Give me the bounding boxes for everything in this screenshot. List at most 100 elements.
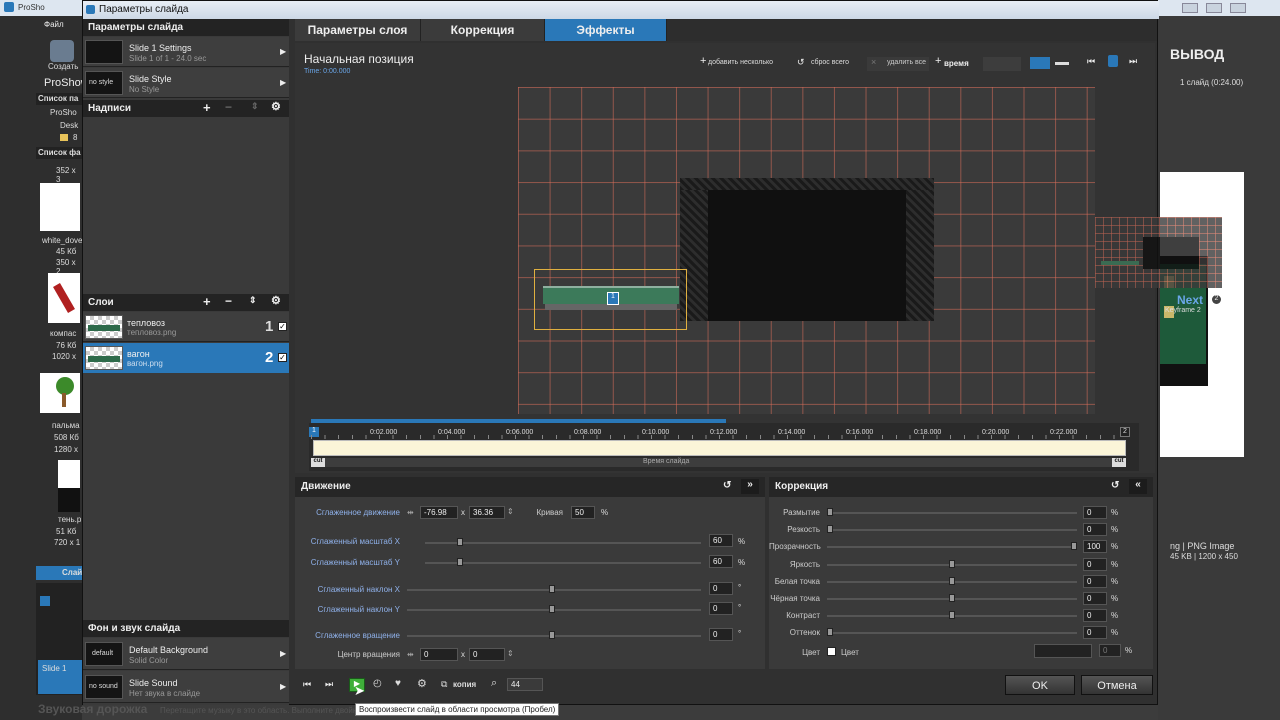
color-swatch[interactable] xyxy=(1034,644,1092,658)
scale-y-field[interactable]: 60 xyxy=(709,555,733,568)
correction-knob[interactable] xyxy=(827,525,833,533)
time-button[interactable]: + время xyxy=(935,55,979,71)
tab-effects[interactable]: Эффекты xyxy=(545,19,667,41)
layer-selection-box[interactable]: 1 xyxy=(534,269,687,330)
move-caption-icon[interactable]: ⇕ xyxy=(251,101,259,112)
zoom-field[interactable]: 44 xyxy=(507,678,543,691)
position-x-field[interactable]: -76.98 xyxy=(420,506,458,519)
remove-caption-icon[interactable]: − xyxy=(225,100,232,114)
tree-item-proshow[interactable]: ProSho xyxy=(50,108,77,117)
correction-knob[interactable] xyxy=(1071,542,1077,550)
close-icon[interactable] xyxy=(1230,3,1246,13)
layer-visible-checkbox[interactable]: ✓ xyxy=(278,353,287,362)
clock-icon[interactable]: ◴ xyxy=(373,678,382,689)
correction-knob[interactable] xyxy=(949,611,955,619)
minimize-icon[interactable] xyxy=(1182,3,1198,13)
timeline[interactable]: 1 2 0:02.000 0:04.000 0:06.000 0:08.000 … xyxy=(309,423,1139,471)
menu-file[interactable]: Файл xyxy=(44,20,64,29)
slide-settings-item[interactable]: Slide 1 Settings Slide 1 of 1 - 24.0 sec… xyxy=(83,37,289,67)
file-thumb-shadow[interactable] xyxy=(58,460,80,512)
scale-y-knob[interactable] xyxy=(457,558,463,566)
tilt-y-field[interactable]: 0 xyxy=(709,602,733,615)
slides-tab[interactable]: Слай xyxy=(36,566,82,580)
scale-x-field[interactable]: 60 xyxy=(709,534,733,547)
correction-knob[interactable] xyxy=(827,508,833,516)
sound-item[interactable]: no sound Slide Sound Нет звука в слайде … xyxy=(83,671,289,703)
correction-field[interactable]: 0 xyxy=(1083,523,1107,536)
tree-item-desktop[interactable]: Desk xyxy=(60,121,78,130)
ok-button[interactable]: OK xyxy=(1005,675,1075,695)
move-layer-icon[interactable]: ⇕ xyxy=(249,295,257,306)
scale-x-knob[interactable] xyxy=(457,538,463,546)
correction-knob[interactable] xyxy=(949,594,955,602)
tab-correction[interactable]: Коррекция xyxy=(421,19,545,41)
prev-keyframe-icon[interactable]: ⏮ xyxy=(1087,56,1095,67)
correction-knob[interactable] xyxy=(827,628,833,636)
cancel-button[interactable]: Отмена xyxy=(1081,675,1153,695)
add-several-button[interactable]: + добавить несколько xyxy=(700,55,786,71)
position-y-field[interactable]: 36.36 xyxy=(469,506,505,519)
gear-icon[interactable]: ⚙ xyxy=(271,100,281,113)
create-label[interactable]: Создать xyxy=(48,62,78,71)
list-view-icon[interactable] xyxy=(1053,57,1071,69)
tab-layer-settings[interactable]: Параметры слоя xyxy=(295,19,421,41)
next-slide-icon[interactable]: ⏭ xyxy=(325,679,333,690)
collapse-icon[interactable]: « xyxy=(1129,479,1147,494)
correction-field[interactable]: 0 xyxy=(1083,506,1107,519)
scale-x-slider[interactable] xyxy=(425,542,701,544)
next-keyframe-preview[interactable] xyxy=(1095,217,1222,288)
rotation-center-y-field[interactable]: 0 xyxy=(469,648,505,661)
maximize-icon[interactable] xyxy=(1206,3,1222,13)
color-checkbox[interactable] xyxy=(827,647,836,656)
grid-view-icon[interactable] xyxy=(1030,57,1050,69)
correction-field[interactable]: 0 xyxy=(1083,609,1107,622)
remove-layer-icon[interactable]: − xyxy=(225,294,232,308)
layer-item-2[interactable]: вагон вагон.png 2 ✓ xyxy=(83,343,289,373)
keyframe-marker-icon[interactable]: 1 xyxy=(607,292,619,305)
keyframe-marker-icon[interactable] xyxy=(1108,55,1118,67)
scale-y-slider[interactable] xyxy=(425,562,701,564)
heart-icon[interactable]: ♥ xyxy=(395,678,401,689)
correction-field[interactable]: 100 xyxy=(1083,540,1107,553)
gear-icon[interactable]: ⚙ xyxy=(417,677,427,690)
delete-all-button[interactable]: × удалить все xyxy=(867,57,929,71)
correction-slider[interactable] xyxy=(827,529,1077,531)
prev-slide-icon[interactable]: ⏮ xyxy=(303,679,311,690)
curve-field[interactable]: 50 xyxy=(571,506,595,519)
add-caption-icon[interactable]: + xyxy=(203,100,211,115)
gear-icon[interactable]: ⚙ xyxy=(271,294,281,307)
copy-button[interactable]: ⧉ копия xyxy=(441,677,481,693)
correction-field[interactable]: 0 xyxy=(1083,626,1107,639)
slide-style-item[interactable]: no style Slide Style No Style ▶ xyxy=(83,68,289,98)
color-field[interactable]: 0 xyxy=(1099,644,1121,657)
background-item[interactable]: default Default Background Solid Color ▶ xyxy=(83,638,289,670)
collapse-icon[interactable]: » xyxy=(741,479,759,494)
correction-knob[interactable] xyxy=(949,560,955,568)
reset-icon[interactable]: ↺ xyxy=(1111,480,1119,491)
cut-left-marker[interactable]: cut xyxy=(311,458,325,467)
tilt-y-knob[interactable] xyxy=(549,605,555,613)
output-label[interactable]: ВЫВОД xyxy=(1170,46,1224,62)
next-keyframe-icon[interactable]: ⏭ xyxy=(1129,56,1137,67)
layer-visible-checkbox[interactable]: ✓ xyxy=(278,322,287,331)
preview-canvas[interactable]: 1 xyxy=(518,87,1095,414)
file-thumb-palm[interactable] xyxy=(40,373,80,413)
file-thumb-compass[interactable] xyxy=(48,273,80,323)
create-icon[interactable] xyxy=(50,40,74,62)
correction-field[interactable]: 0 xyxy=(1083,575,1107,588)
disabled-toolbar-button[interactable] xyxy=(983,57,1021,71)
correction-knob[interactable] xyxy=(949,577,955,585)
tilt-x-knob[interactable] xyxy=(549,585,555,593)
slide-1-item[interactable]: Slide 1 xyxy=(38,660,82,694)
timeline-track[interactable] xyxy=(313,440,1126,456)
rotation-center-x-field[interactable]: 0 xyxy=(420,648,458,661)
layer-item-1[interactable]: тепловоз тепловоз.png 1 ✓ xyxy=(83,312,289,342)
tilt-x-field[interactable]: 0 xyxy=(709,582,733,595)
correction-field[interactable]: 0 xyxy=(1083,558,1107,571)
add-layer-icon[interactable]: + xyxy=(203,294,211,309)
correction-slider[interactable] xyxy=(827,546,1077,548)
correction-field[interactable]: 0 xyxy=(1083,592,1107,605)
file-thumb-dove[interactable] xyxy=(40,183,80,231)
correction-slider[interactable] xyxy=(827,632,1077,634)
correction-slider[interactable] xyxy=(827,512,1077,514)
